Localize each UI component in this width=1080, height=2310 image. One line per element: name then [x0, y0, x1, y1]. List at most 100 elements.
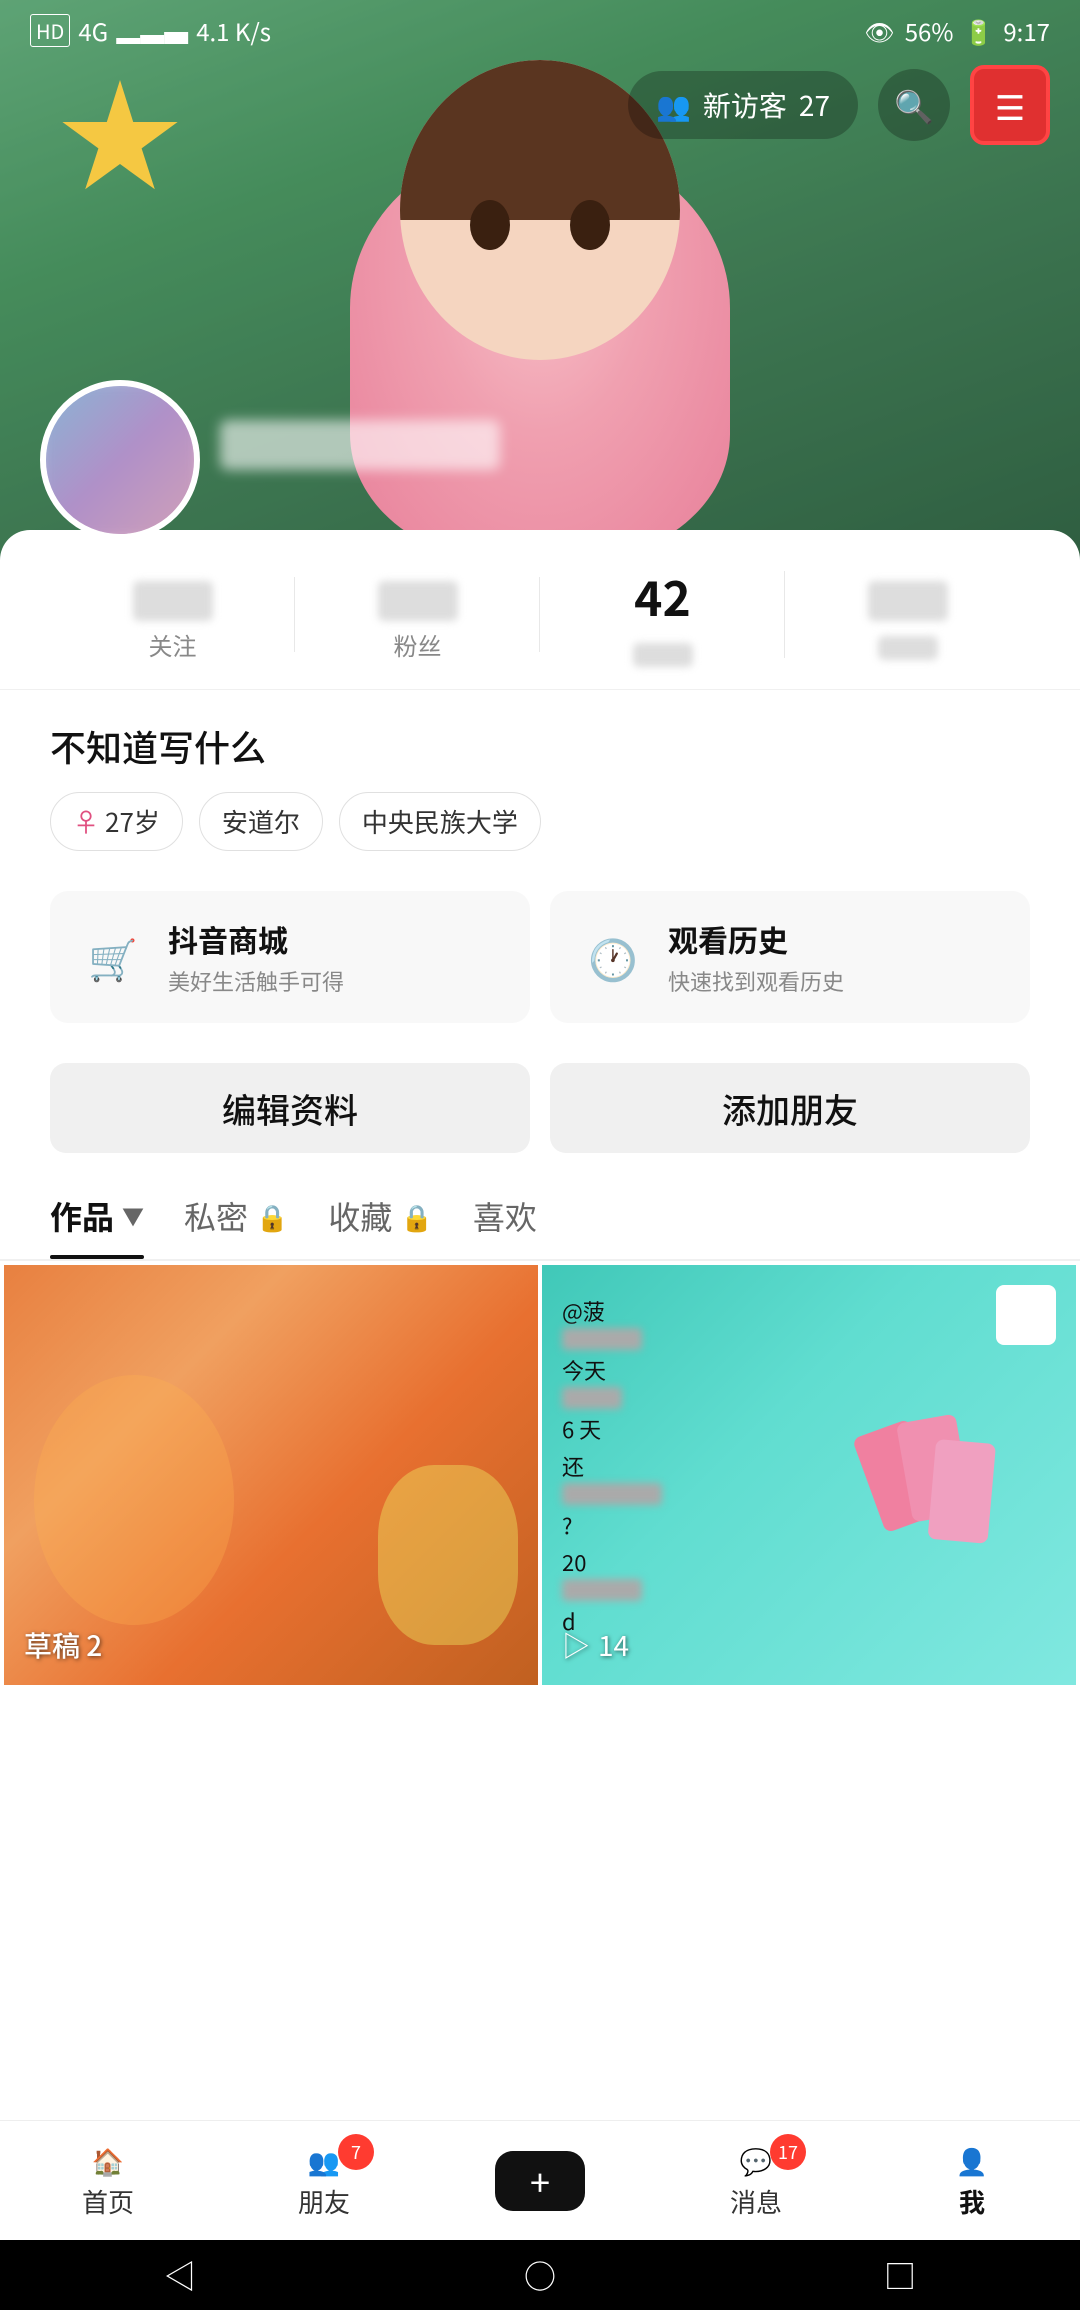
tag-location[interactable]: 安道尔: [199, 792, 323, 851]
speed-indicator: 4.1 K/s: [196, 13, 271, 48]
recents-button[interactable]: □: [884, 2252, 916, 2298]
likes-value: 42: [540, 560, 785, 630]
messages-icon: 💬: [740, 2142, 772, 2179]
home-label: 首页: [82, 2183, 134, 2220]
video-item-1[interactable]: 草稿 2: [4, 1265, 538, 1685]
battery-icon: 🔋: [963, 13, 993, 48]
bio-section: 不知道写什么 ♀ 27岁 安道尔 中央民族大学: [0, 690, 1080, 861]
tag-age[interactable]: ♀ 27岁: [50, 792, 183, 851]
me-icon: 👤: [956, 2142, 988, 2179]
edit-profile-label: 编辑资料: [222, 1084, 358, 1133]
video-thumb-1: [4, 1265, 538, 1685]
menu-button[interactable]: ☰: [970, 65, 1050, 145]
visitors-icon: 👥: [656, 85, 691, 125]
followers-value: [295, 568, 540, 623]
add-friend-label: 添加朋友: [722, 1084, 858, 1133]
play-count-value: 14: [598, 1625, 629, 1665]
friends-icon: 👥: [308, 2142, 340, 2179]
tab-private[interactable]: 私密 🔒: [184, 1173, 288, 1259]
username-banner: [220, 420, 500, 470]
tag-school[interactable]: 中央民族大学: [339, 792, 541, 851]
following-label: 关注: [50, 627, 295, 662]
character-eye-left: [470, 200, 510, 250]
service-cards: 🛒 抖音商城 美好生活触手可得 🕐 观看历史 快速找到观看历史: [0, 861, 1080, 1053]
history-title: 观看历史: [668, 917, 844, 961]
tab-works-label: 作品: [50, 1193, 114, 1239]
avatar[interactable]: [40, 380, 200, 540]
douyin-mall-card[interactable]: 🛒 抖音商城 美好生活触手可得: [50, 891, 530, 1023]
works-sublabel: [878, 636, 938, 660]
overlay-line-2: 今天 6 天: [562, 1354, 1056, 1446]
stat-following[interactable]: 关注: [50, 568, 295, 662]
watch-history-card[interactable]: 🕐 观看历史 快速找到观看历史: [550, 891, 1030, 1023]
stat-followers[interactable]: 粉丝: [295, 568, 540, 662]
followers-blurred: [378, 581, 458, 621]
tabs-bar: 作品 ▼ 私密 🔒 收藏 🔒 喜欢: [0, 1173, 1080, 1261]
add-friend-button[interactable]: 添加朋友: [550, 1063, 1030, 1153]
edit-profile-button[interactable]: 编辑资料: [50, 1063, 530, 1153]
character-body: [350, 140, 730, 560]
works-blurred: [868, 581, 948, 621]
bottom-nav: 🏠 首页 👥 朋友 7 + 💬 消息 17 👤 我: [0, 2120, 1080, 2240]
system-bar: ◁ ○ □: [0, 2240, 1080, 2310]
overlay-line-4: 20d: [562, 1546, 1056, 1638]
hd-badge: HD: [30, 14, 70, 47]
tab-works[interactable]: 作品 ▼: [50, 1173, 144, 1259]
status-bar: HD 4G ▂▃▄ 4.1 K/s 👁 56% 🔋 9:17: [0, 0, 1080, 60]
stat-works[interactable]: [785, 568, 1030, 662]
video-overlay-text: @菠 今天 6 天 还? 20d: [562, 1295, 1056, 1642]
stats-row: 关注 粉丝 42: [0, 530, 1080, 690]
tab-private-lock: 🔒: [256, 1198, 288, 1235]
home-icon: 🏠: [92, 2142, 124, 2179]
nav-add[interactable]: +: [480, 2151, 600, 2211]
likes-sublabel: [633, 643, 693, 667]
character-illustration: [290, 80, 790, 560]
signal-icon: 4G: [78, 13, 108, 48]
nav-me[interactable]: 👤 我: [912, 2142, 1032, 2220]
nav-friends[interactable]: 👥 朋友 7: [264, 2142, 384, 2220]
video-grid: 草稿 2 @菠 今天 6 天 还? 20d ▷ 14: [0, 1261, 1080, 1689]
history-subtitle: 快速找到观看历史: [668, 965, 844, 997]
home-button[interactable]: ○: [524, 2252, 556, 2298]
visitors-button[interactable]: 👥 新访客 27: [628, 71, 858, 139]
status-left: HD 4G ▂▃▄ 4.1 K/s: [30, 13, 271, 48]
tab-likes[interactable]: 喜欢: [473, 1173, 537, 1259]
add-button[interactable]: +: [495, 2151, 585, 2211]
tags-row: ♀ 27岁 安道尔 中央民族大学: [50, 792, 1030, 851]
content-card: 关注 粉丝 42 不知道写什么 ♀ 2: [0, 530, 1080, 2170]
visitors-label: 新访客: [703, 85, 787, 125]
eye-icon: 👁: [864, 13, 894, 48]
nav-messages[interactable]: 💬 消息 17: [696, 2142, 816, 2220]
avatar-image: [46, 386, 194, 534]
back-button[interactable]: ◁: [164, 2252, 196, 2298]
tag-school-text: 中央民族大学: [362, 803, 518, 840]
friends-badge: 7: [338, 2134, 374, 2170]
battery-level: 56%: [905, 13, 954, 48]
tab-favorites-lock: 🔒: [400, 1198, 432, 1235]
video-item-2[interactable]: @菠 今天 6 天 还? 20d ▷ 14: [542, 1265, 1076, 1685]
play-count: ▷ 14: [562, 1625, 629, 1665]
friends-label: 朋友: [298, 2183, 350, 2220]
stat-likes[interactable]: 42: [540, 560, 785, 669]
tag-age-text: 27岁: [105, 803, 160, 840]
plus-icon: +: [530, 2155, 550, 2207]
draft-text: 草稿 2: [24, 1625, 102, 1665]
works-label: [785, 627, 1030, 662]
likes-label: [540, 634, 785, 669]
search-button[interactable]: 🔍: [878, 69, 950, 141]
signal-bars: ▂▃▄: [116, 13, 188, 48]
female-icon: ♀: [73, 803, 99, 840]
mall-icon: 🛒: [78, 922, 148, 992]
tab-favorites[interactable]: 收藏 🔒: [328, 1173, 432, 1259]
tab-private-label: 私密: [184, 1193, 248, 1239]
overlay-line-1: @菠: [562, 1295, 1056, 1350]
hamburger-icon: ☰: [995, 81, 1025, 130]
play-icon: ▷: [562, 1625, 590, 1665]
mall-info: 抖音商城 美好生活触手可得: [168, 917, 344, 997]
avatar-area: [40, 380, 200, 540]
nav-home[interactable]: 🏠 首页: [48, 2142, 168, 2220]
bio-text: 不知道写什么: [50, 720, 1030, 772]
followers-label: 粉丝: [295, 627, 540, 662]
character-eye-right: [570, 200, 610, 250]
tab-favorites-label: 收藏: [328, 1193, 392, 1239]
